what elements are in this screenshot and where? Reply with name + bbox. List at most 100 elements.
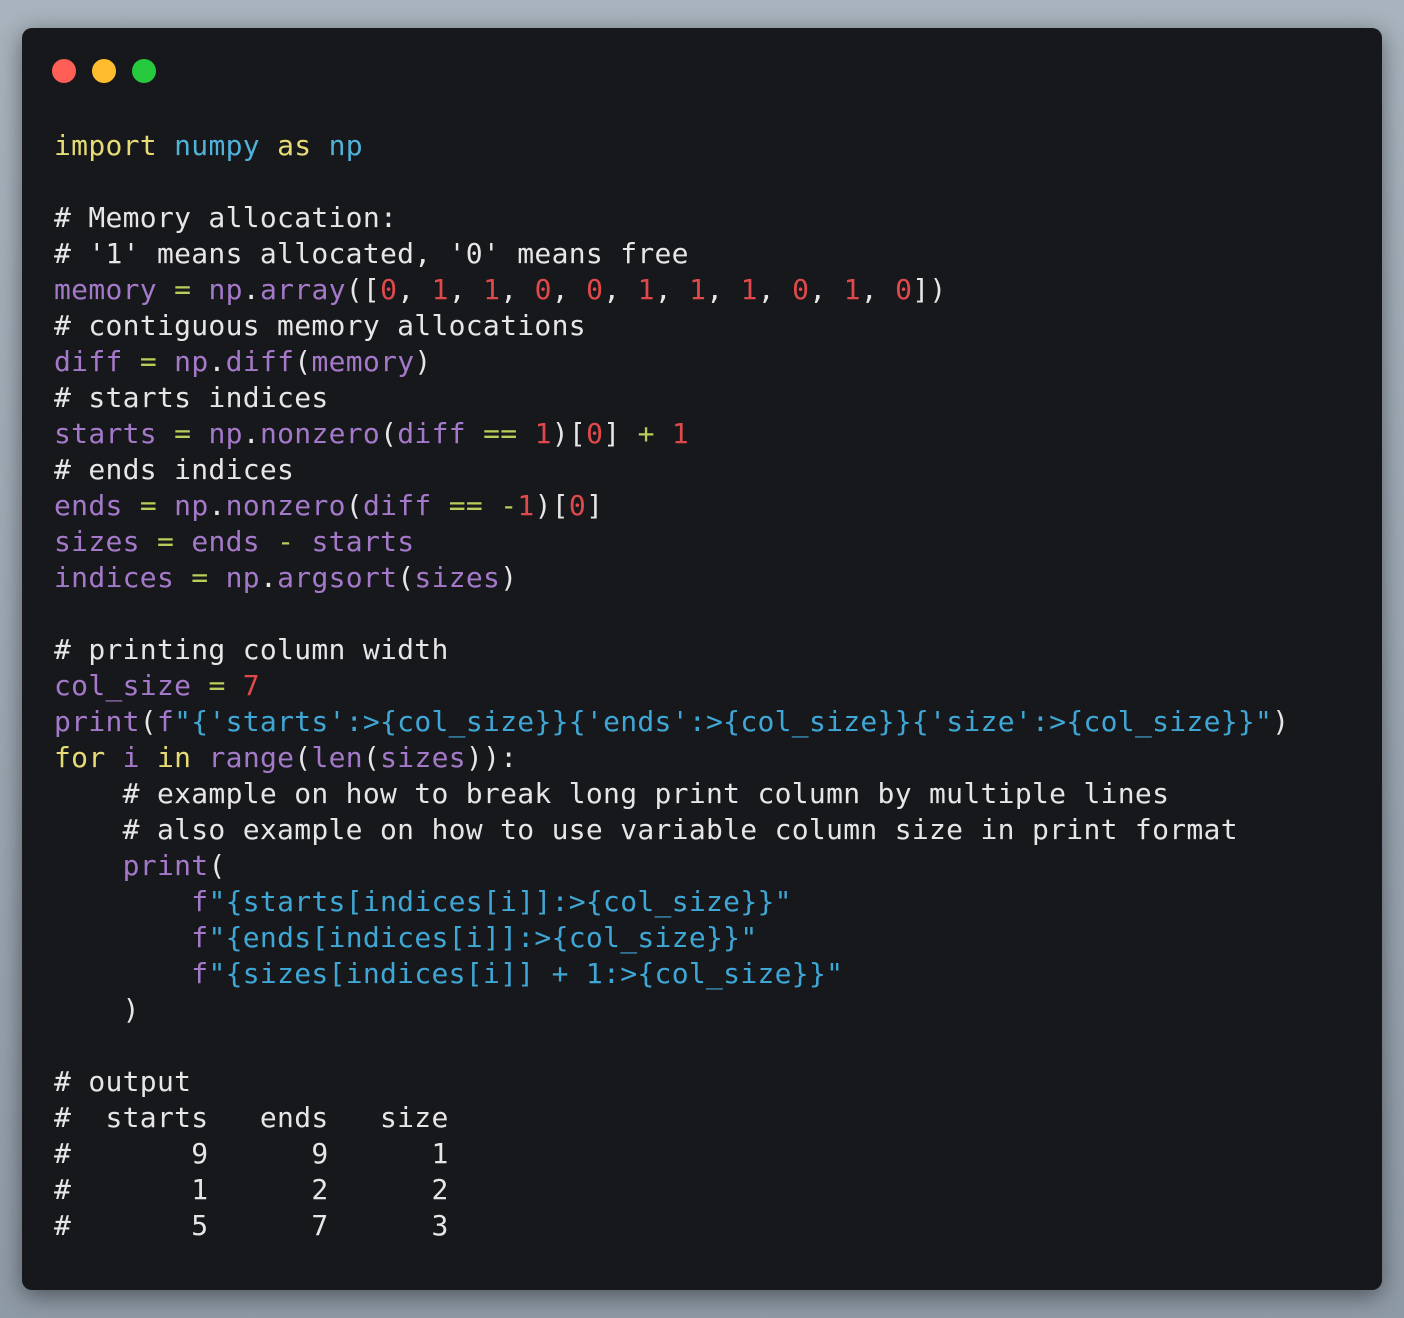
code-token: ] — [603, 417, 638, 450]
code-window: import numpy as np # Memory allocation: # … — [22, 28, 1382, 1290]
code-token: "{'starts':>{col_size}}{'ends':>{col_siz… — [174, 705, 1273, 738]
code-line: # Memory allocation: — [54, 200, 1289, 236]
code-token: # 9 9 1 — [54, 1137, 449, 1170]
code-token: , — [551, 273, 587, 306]
code-token: "{starts[indices[i]]:>{col_size}}" — [208, 885, 792, 918]
code-line: # contiguous memory allocations — [54, 308, 1289, 344]
code-token: 0 — [586, 273, 604, 306]
code-token: )) — [465, 741, 501, 774]
code-token: 1 — [534, 417, 552, 450]
code-token: - — [500, 489, 518, 522]
code-line: print(f"{'starts':>{col_size}}{'ends':>{… — [54, 704, 1289, 740]
code-line: # starts ends size — [54, 1100, 1289, 1136]
code-token: in — [157, 741, 192, 774]
code-token: ] — [586, 489, 604, 522]
code-line: sizes = ends - starts — [54, 524, 1289, 560]
code-token: ( — [345, 489, 363, 522]
code-token: indices — [54, 561, 175, 594]
code-token: # example on how to break long print col… — [54, 777, 1170, 810]
code-token: ends — [191, 525, 260, 558]
code-token: ([ — [345, 273, 381, 306]
code-token: col_size — [54, 669, 192, 702]
code-line: # output — [54, 1064, 1289, 1100]
code-token: sizes — [414, 561, 501, 594]
code-token: ) — [414, 345, 432, 378]
maximize-button[interactable] — [132, 59, 156, 83]
code-token: # '1' means allocated, '0' means free — [54, 237, 689, 270]
code-token: nonzero — [225, 489, 346, 522]
code-token: diff — [54, 345, 123, 378]
code-token: sizes — [54, 525, 140, 558]
code-line: diff = np.diff(memory) — [54, 344, 1289, 380]
code-token: print — [54, 705, 140, 738]
code-token: , — [603, 273, 638, 306]
code-token: memory — [311, 345, 415, 378]
code-token: = — [156, 525, 175, 558]
code-line: memory = np.array([0, 1, 1, 0, 0, 1, 1, … — [54, 272, 1289, 308]
code-token: , — [448, 273, 484, 306]
code-line: f"{starts[indices[i]]:>{col_size}}" — [54, 884, 1289, 920]
code-line: starts = np.nonzero(diff == 1)[0] + 1 — [54, 416, 1289, 452]
code-token: 1 — [689, 273, 707, 306]
code-token: # 5 7 3 — [54, 1209, 449, 1242]
code-line: # printing column width — [54, 632, 1289, 668]
code-token: 0 — [586, 417, 604, 450]
code-line: import numpy as np — [54, 128, 1289, 164]
code-token: == — [448, 489, 484, 522]
code-token: ends — [54, 489, 123, 522]
code-token: ( — [208, 849, 226, 882]
code-token: # 1 2 2 — [54, 1173, 449, 1206]
code-token: , — [500, 273, 535, 306]
code-token: 0 — [895, 273, 913, 306]
code-token: : — [500, 741, 518, 774]
code-token: ( — [380, 417, 398, 450]
code-token: + — [637, 417, 655, 450]
code-line: # 5 7 3 — [54, 1208, 1289, 1244]
code-token: 1 — [431, 273, 449, 306]
code-token: f — [156, 705, 175, 738]
close-button[interactable] — [52, 59, 76, 83]
code-line: # starts indices — [54, 380, 1289, 416]
code-token: range — [208, 741, 295, 774]
code-token: # starts ends size — [54, 1101, 449, 1134]
code-token: import — [54, 129, 157, 162]
code-token: for — [54, 741, 106, 774]
code-token: 1 — [671, 417, 690, 450]
code-token: "{ends[indices[i]]:>{col_size}}" — [208, 921, 758, 954]
code-token: 7 — [242, 669, 260, 702]
code-token: # starts indices — [54, 381, 329, 414]
code-token: )[ — [551, 417, 587, 450]
code-token: . — [259, 561, 278, 594]
code-token: 1 — [483, 273, 501, 306]
code-token: ( — [362, 741, 381, 774]
code-token: # contiguous memory allocations — [54, 309, 586, 342]
code-token: , — [397, 273, 432, 306]
code-token: as — [277, 129, 312, 162]
code-token: memory — [54, 273, 157, 306]
code-token: np — [328, 129, 363, 162]
minimize-button[interactable] — [92, 59, 116, 83]
code-token: , — [757, 273, 793, 306]
code-token: . — [208, 345, 226, 378]
